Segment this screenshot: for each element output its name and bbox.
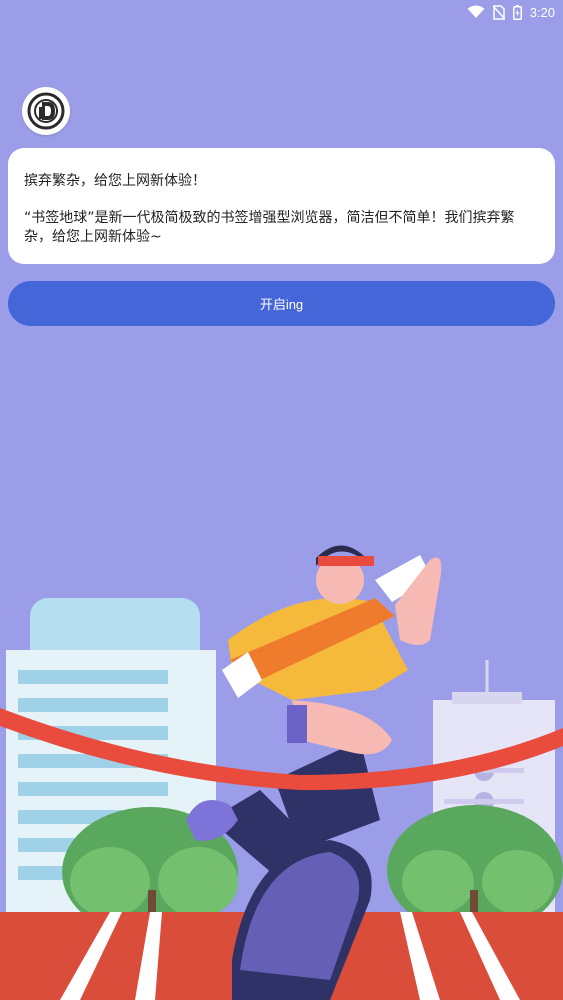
- status-time: 3:20: [529, 4, 555, 20]
- app-logo: [22, 87, 70, 135]
- welcome-message-bubble: 摈弃繁杂，给您上网新体验！ “书签地球”是新一代极简极致的书签增强型浏览器，简洁…: [8, 148, 555, 264]
- start-button[interactable]: 开启ing: [8, 281, 555, 326]
- status-bar: 3:20: [0, 0, 563, 24]
- battery-icon: [512, 4, 522, 20]
- welcome-description: “书签地球”是新一代极简极致的书签增强型浏览器，简洁但不简单！我们摈弃繁杂，给您…: [24, 210, 515, 245]
- welcome-headline: 摈弃繁杂，给您上网新体验！: [24, 173, 206, 189]
- no-sim-icon: [492, 4, 505, 20]
- wifi-icon: [467, 5, 485, 18]
- bookmark-earth-logo-icon: [27, 92, 65, 130]
- runner-illustration: [0, 545, 563, 1000]
